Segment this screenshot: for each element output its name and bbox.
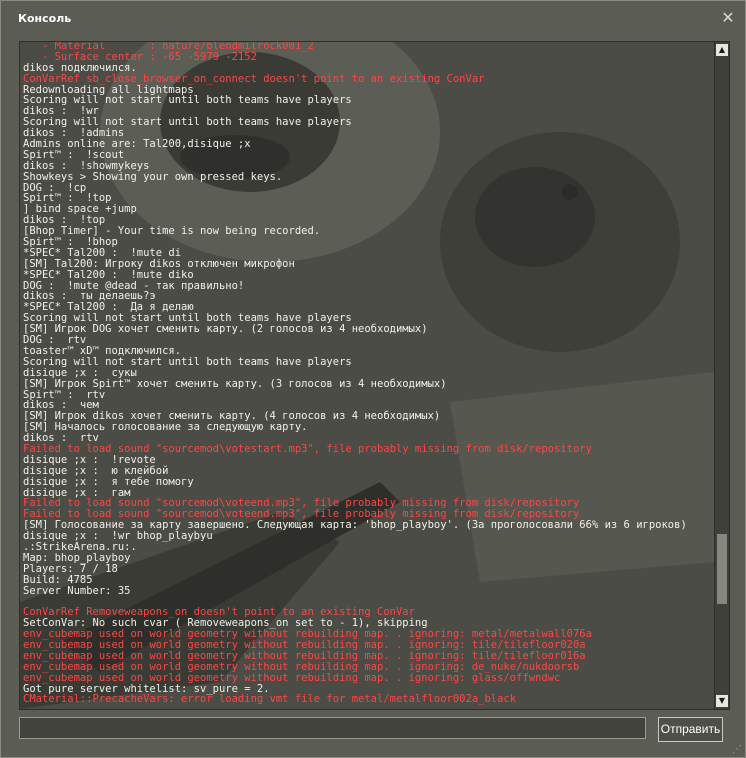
log-line: Players: 7 / 18 — [23, 562, 118, 575]
log-line: [SM] Началось голосование за следующую к… — [23, 421, 308, 434]
log-line: Showkeys > Showing your own pressed keys… — [23, 170, 283, 183]
scrollbar-thumb[interactable] — [717, 534, 727, 604]
log-line: Scoring will not start until both teams … — [23, 116, 352, 129]
log-line: CMaterial::PrecacheVars: error loading v… — [23, 693, 517, 706]
log-scrollbar[interactable]: ▲ ▼ — [714, 42, 729, 709]
log-line: Build: 4785 — [23, 573, 93, 586]
log-line: *SPEC* Tal200 : !mute diko — [23, 268, 194, 281]
log-line: Map: bhop_playboy — [23, 551, 131, 564]
resize-grip-icon[interactable]: ⋰ — [732, 744, 744, 756]
log-line: disique ;x : я тебе помогу — [23, 475, 194, 488]
arrow-up-icon[interactable]: ▲ — [716, 44, 728, 56]
log-line: Server Number: 35 — [23, 584, 131, 597]
log-line: ] bind space +jump — [23, 203, 137, 216]
log-line: Admins online are: Tal200,disique ;x — [23, 138, 251, 151]
log-line: env_cubemap used on world geometry witho… — [23, 671, 561, 684]
log-line: disique ;x : сукы — [23, 366, 137, 379]
log-line: Scoring will not start until both teams … — [23, 94, 352, 107]
console-window: Консоль ✕ - Material : nature/blendmilro… — [0, 0, 746, 758]
title-bar[interactable]: Консоль ✕ — [1, 1, 745, 37]
log-line: [Bhop Timer] - Your time is now being re… — [23, 225, 321, 238]
log-line: DOG : !cp — [23, 181, 87, 194]
submit-button[interactable]: Отправить — [658, 717, 723, 742]
log-line: [SM] Игрок Spirt™ хочет сменить карту. (… — [23, 377, 447, 390]
close-icon[interactable]: ✕ — [719, 9, 737, 27]
window-title: Консоль — [18, 12, 72, 25]
console-log-panel: - Material : nature/blendmilrock001_2 - … — [19, 41, 730, 710]
arrow-down-icon[interactable]: ▼ — [716, 695, 728, 707]
console-log[interactable]: - Material : nature/blendmilrock001_2 - … — [23, 42, 713, 707]
log-line: disique ;x : ю клейбой — [23, 464, 169, 477]
command-input[interactable] — [19, 717, 646, 739]
log-line: ConVarRef sb_close_browser_on_connect do… — [23, 72, 485, 85]
log-line: Spirt™ : rtv — [23, 388, 106, 401]
log-line: [SM] Игрок DOG хочет сменить карту. (2 г… — [23, 323, 428, 336]
